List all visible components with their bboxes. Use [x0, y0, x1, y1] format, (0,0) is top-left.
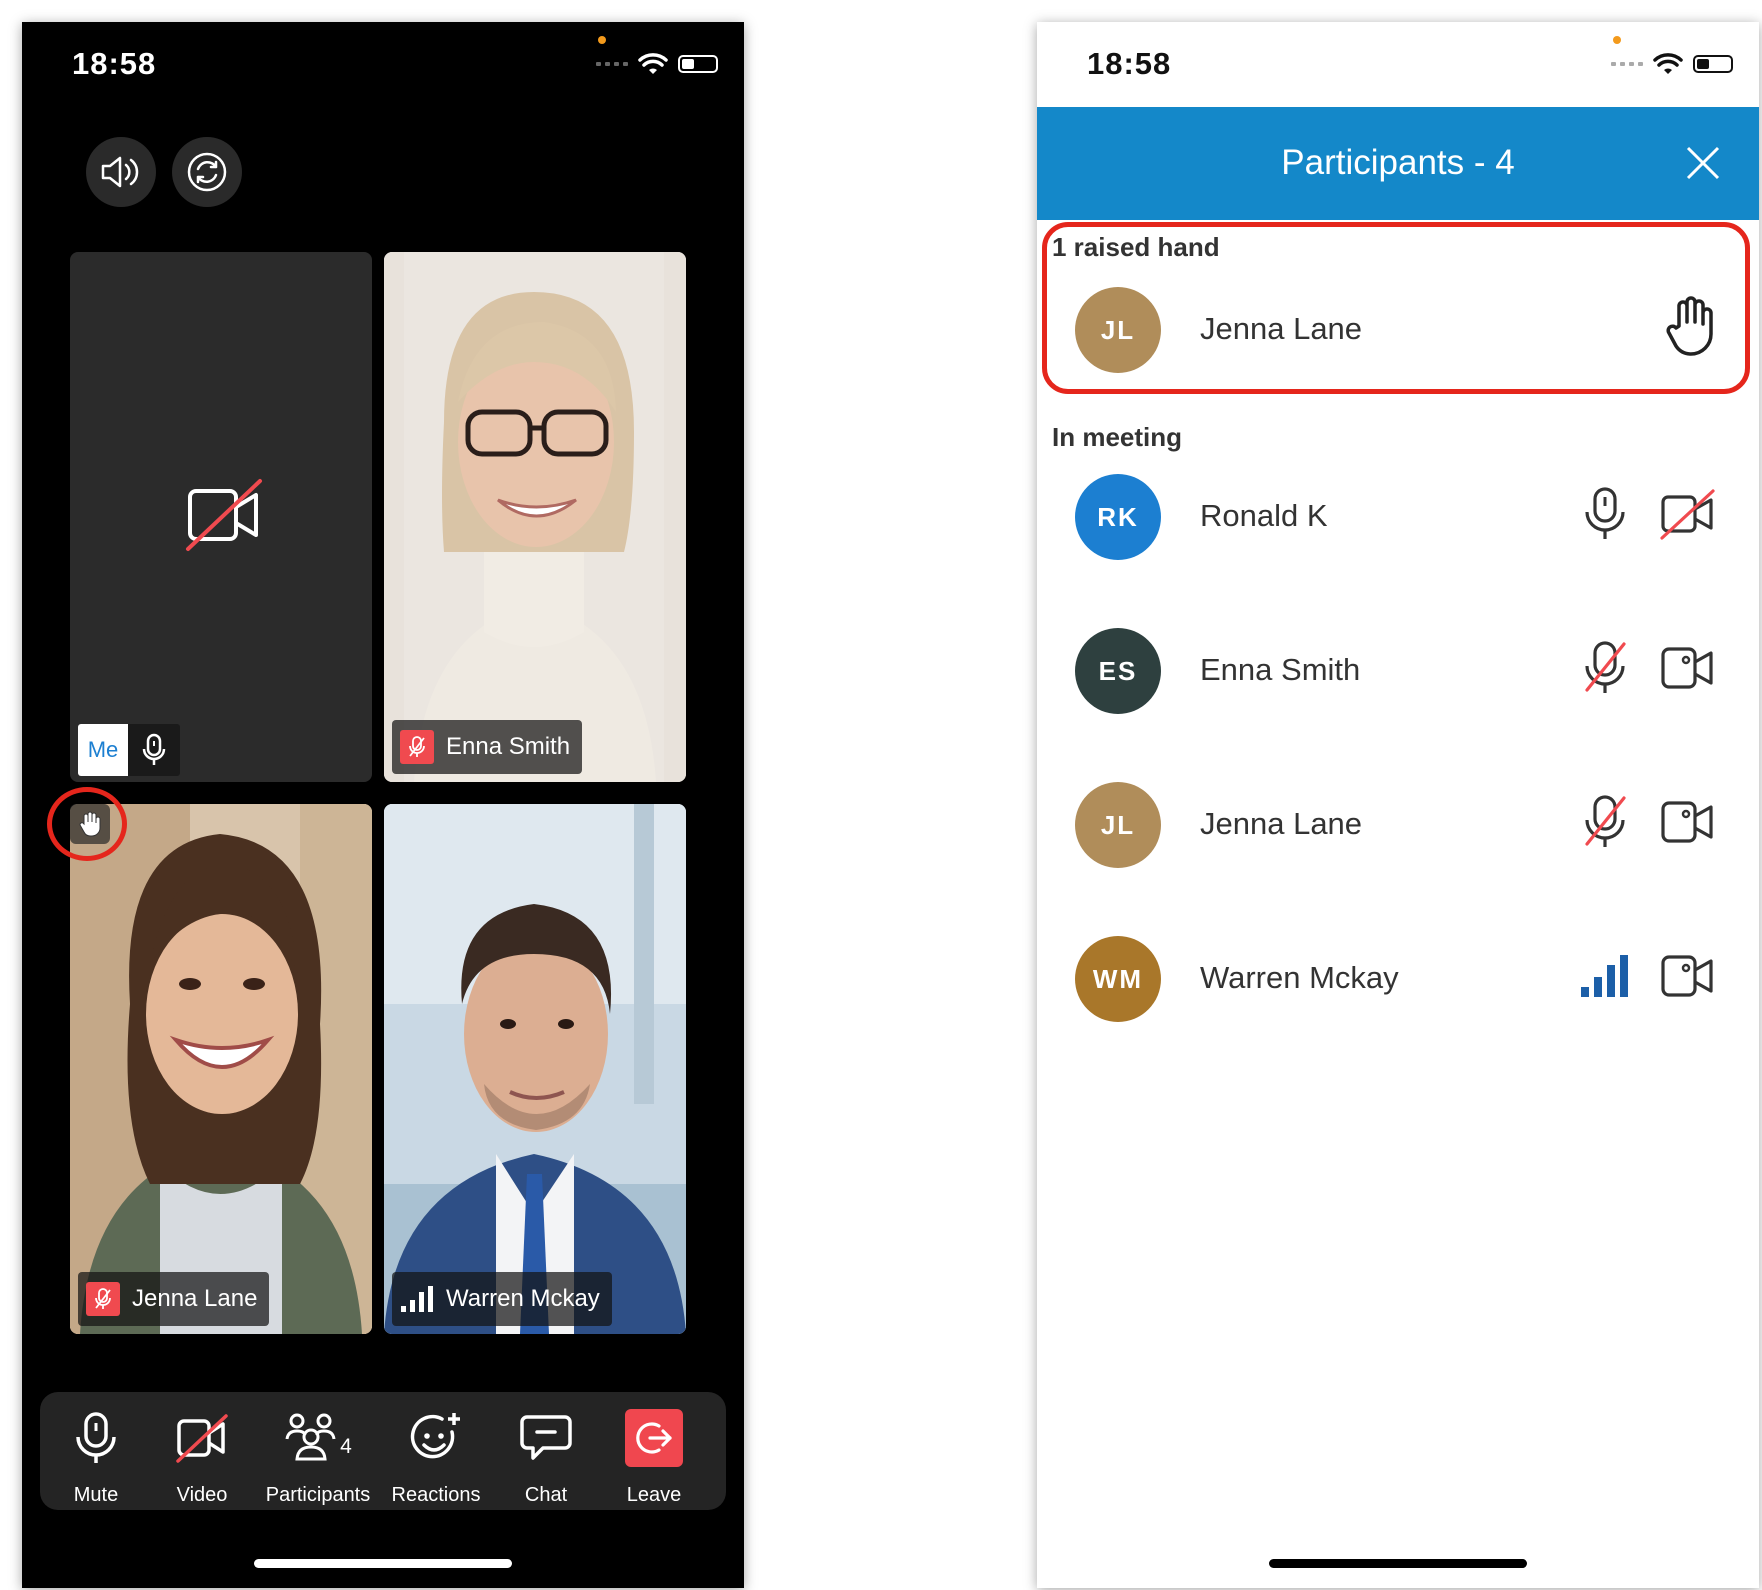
- mic-icon[interactable]: [1575, 484, 1635, 544]
- avatar: WM: [1075, 936, 1161, 1022]
- mic-muted-icon: [400, 730, 434, 764]
- switch-camera-icon: [187, 152, 227, 192]
- participant-video-image: [384, 252, 686, 782]
- privacy-dot: [598, 36, 606, 44]
- me-label: Me: [78, 724, 128, 776]
- participant-row[interactable]: RK Ronald K: [1037, 474, 1759, 560]
- participant-name: Jenna Lane: [1200, 311, 1363, 346]
- home-indicator: [1269, 1559, 1527, 1568]
- participant-name: Jenna Lane: [132, 1285, 258, 1312]
- video-tile-warren-mckay[interactable]: Warren Mckay: [384, 804, 686, 1334]
- mic-muted-icon[interactable]: [1575, 792, 1635, 852]
- mute-label: Mute: [73, 1484, 119, 1506]
- reactions-button[interactable]: Reactions: [375, 1406, 497, 1507]
- mute-button[interactable]: Mute: [44, 1406, 148, 1507]
- participants-icon: [285, 1413, 336, 1461]
- raised-hand-icon[interactable]: [1661, 296, 1721, 357]
- mic-muted-icon: [86, 1282, 120, 1316]
- video-tile-jenna-lane[interactable]: Jenna Lane: [70, 804, 372, 1334]
- mic-icon: [76, 1412, 116, 1463]
- switch-camera-button[interactable]: [172, 137, 242, 207]
- video-icon[interactable]: [1658, 792, 1718, 852]
- participant-video-image: [70, 804, 372, 1334]
- leave-button[interactable]: Leave: [602, 1406, 706, 1507]
- participant-row[interactable]: ES Enna Smith: [1037, 628, 1759, 714]
- speaker-button[interactable]: [86, 137, 156, 207]
- battery-icon: [678, 55, 718, 73]
- avatar: JL: [1075, 287, 1161, 373]
- participants-button[interactable]: 4 Participants: [259, 1406, 377, 1507]
- audio-level-icon[interactable]: [1575, 946, 1635, 1006]
- status-time: 18:58: [72, 46, 157, 81]
- chat-icon: [520, 1415, 572, 1460]
- avatar: RK: [1075, 474, 1161, 560]
- video-tile-enna-smith[interactable]: Enna Smith: [384, 252, 686, 782]
- leave-label: Leave: [626, 1484, 682, 1506]
- participant-name: Enna Smith: [1200, 652, 1361, 687]
- participant-name: Enna Smith: [446, 733, 571, 760]
- battery-icon: [1693, 55, 1733, 73]
- wifi-icon: [1653, 53, 1683, 74]
- participant-name: Ronald K: [1200, 498, 1328, 533]
- signal-icon: [596, 62, 628, 66]
- participant-name: Warren Mckay: [1200, 960, 1399, 995]
- participant-video-image: [384, 804, 686, 1334]
- participants-screen: 18:58 Participants - 4 1 raised hand JL …: [1037, 22, 1759, 1588]
- video-icon[interactable]: [1658, 946, 1718, 1006]
- wifi-icon: [638, 53, 668, 74]
- in-meeting-section-label: In meeting: [1052, 422, 1183, 452]
- close-icon[interactable]: [1685, 145, 1721, 181]
- audio-level-icon: [401, 1286, 433, 1312]
- participant-row[interactable]: JL Jenna Lane: [1037, 782, 1759, 868]
- reactions-icon: [410, 1413, 460, 1459]
- participant-name: Warren Mckay: [446, 1285, 600, 1312]
- participant-row[interactable]: WM Warren Mckay: [1037, 936, 1759, 1022]
- chat-label: Chat: [524, 1484, 568, 1506]
- mic-muted-icon[interactable]: [1575, 638, 1635, 698]
- participants-count: 4: [340, 1435, 352, 1458]
- page-title: Participants - 4: [1281, 143, 1515, 182]
- video-off-icon: [176, 1414, 228, 1463]
- meeting-screen: 18:58 Me Enna Smith Jenna Lane Warren Mc…: [22, 22, 744, 1588]
- status-icons: [1611, 52, 1733, 76]
- raised-hand-section-label: 1 raised hand: [1052, 232, 1220, 262]
- name-tag: Enna Smith: [392, 720, 583, 774]
- home-indicator: [254, 1559, 512, 1568]
- status-icons: [596, 52, 718, 76]
- video-label: Video: [176, 1484, 228, 1506]
- participants-label: Participants: [265, 1484, 371, 1506]
- speaker-icon: [101, 156, 139, 188]
- reactions-label: Reactions: [391, 1484, 481, 1506]
- participant-name: Jenna Lane: [1200, 806, 1363, 841]
- name-tag: Warren Mckay: [392, 1272, 612, 1326]
- self-video-tile[interactable]: Me: [70, 252, 372, 782]
- status-time: 18:58: [1087, 46, 1172, 81]
- avatar: ES: [1075, 628, 1161, 714]
- video-off-icon: [186, 479, 262, 551]
- signal-icon: [1611, 62, 1643, 66]
- participants-header: Participants - 4: [1037, 107, 1759, 220]
- avatar: JL: [1075, 782, 1161, 868]
- leave-icon: [625, 1409, 683, 1467]
- name-tag: Jenna Lane: [78, 1272, 270, 1326]
- raised-hand-highlight: [47, 787, 127, 861]
- self-tag: Me: [78, 724, 180, 776]
- participant-row-raised[interactable]: JL Jenna Lane: [1037, 287, 1759, 373]
- video-button[interactable]: Video: [150, 1406, 254, 1507]
- video-icon[interactable]: [1658, 638, 1718, 698]
- privacy-dot: [1613, 36, 1621, 44]
- mic-icon: [128, 724, 180, 776]
- chat-button[interactable]: Chat: [494, 1406, 598, 1507]
- meeting-toolbar: Mute Video 4 Participants Reactions Chat…: [40, 1392, 726, 1510]
- video-off-icon[interactable]: [1658, 484, 1718, 544]
